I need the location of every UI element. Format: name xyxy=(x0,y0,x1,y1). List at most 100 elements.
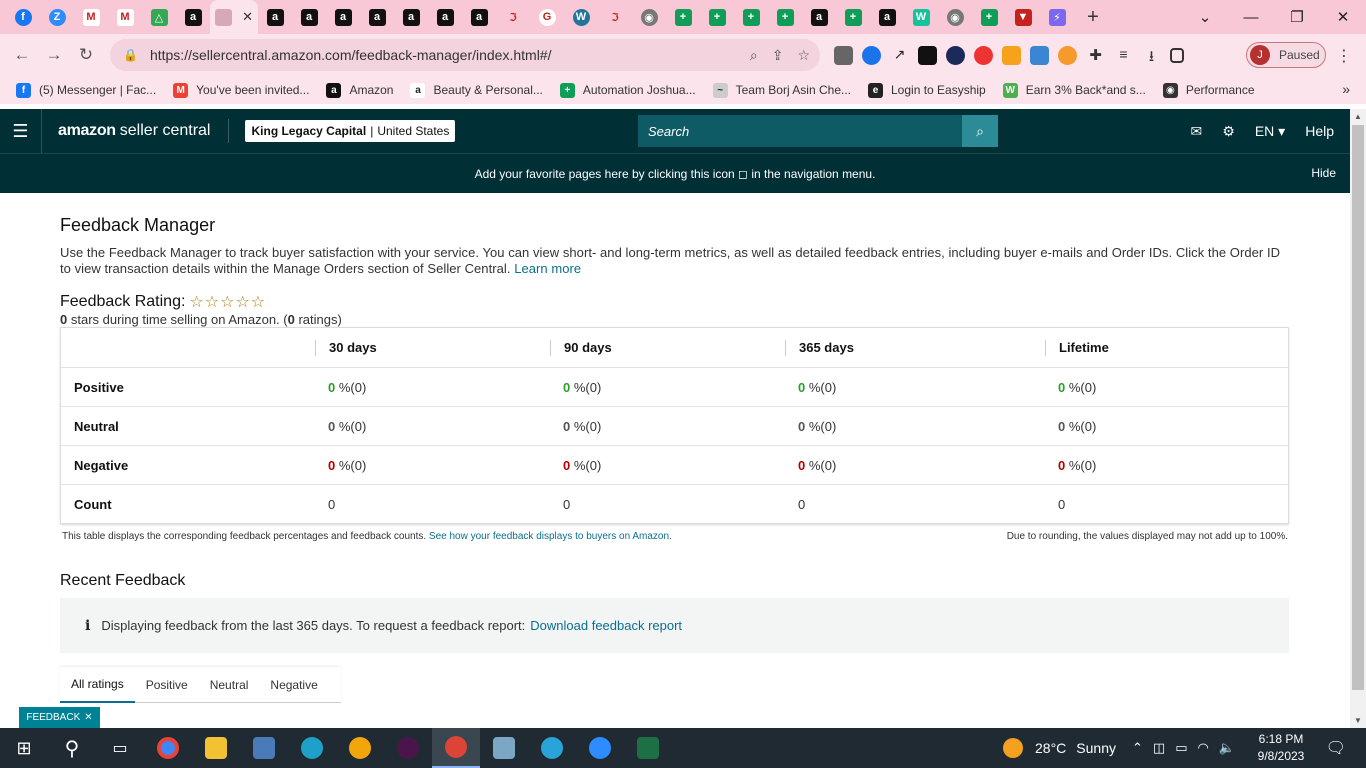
tab-amazon[interactable]: a xyxy=(258,0,292,34)
address-bar[interactable]: 🔒 https://sellercentral.amazon.com/feedb… xyxy=(110,39,820,71)
url-text[interactable]: https://sellercentral.amazon.com/feedbac… xyxy=(150,47,552,63)
filter-tab[interactable]: Positive xyxy=(135,667,199,703)
account-switcher[interactable]: King Legacy Capital | United States xyxy=(245,120,456,142)
notes-app-icon[interactable] xyxy=(480,728,528,768)
tab-sheets[interactable]: + xyxy=(666,0,700,34)
search-box[interactable]: Search ⌕ xyxy=(638,115,998,147)
extension-off-icon[interactable] xyxy=(834,45,853,65)
bookmark-item[interactable]: ~ Team Borj Asin Che... xyxy=(712,82,851,98)
extension-ok-icon[interactable] xyxy=(918,45,937,65)
extension-orange-icon[interactable] xyxy=(1058,45,1077,65)
bookmark-item[interactable]: a Amazon xyxy=(326,82,393,98)
tab-chrome[interactable]: ◉ xyxy=(632,0,666,34)
scroll-up-icon[interactable]: ▲ xyxy=(1350,112,1366,121)
tab-amazon[interactable]: a xyxy=(176,0,210,34)
forward-arrow-icon[interactable]: → xyxy=(38,45,70,65)
tab-gmail[interactable]: M xyxy=(74,0,108,34)
restore-button[interactable]: ❐ xyxy=(1274,8,1320,26)
tab-amazon[interactable]: a xyxy=(870,0,904,34)
page-scrollbar[interactable]: ▲ ▼ xyxy=(1350,109,1366,728)
tab-drive[interactable]: △ xyxy=(142,0,176,34)
browser-menu-icon[interactable]: ⋮ xyxy=(1336,46,1352,66)
filter-tab[interactable]: Neutral xyxy=(199,667,260,703)
tab-amazon[interactable]: a xyxy=(292,0,326,34)
vpn-app-icon[interactable] xyxy=(336,728,384,768)
battery-icon[interactable]: ▭ xyxy=(1175,740,1187,756)
download-feedback-report-link[interactable]: Download feedback report xyxy=(530,618,682,633)
slack-icon[interactable] xyxy=(384,728,432,768)
tab-sheets[interactable]: + xyxy=(768,0,802,34)
feedback-widget-button[interactable]: FEEDBACK ✕ xyxy=(19,707,100,728)
extension-chart-icon[interactable] xyxy=(946,45,965,65)
scroll-down-icon[interactable]: ▼ xyxy=(1350,716,1366,725)
help-link[interactable]: Help xyxy=(1305,123,1334,139)
gear-icon[interactable]: ⚙ xyxy=(1222,123,1235,140)
task-view-icon[interactable]: ▭ xyxy=(96,728,144,768)
bookmark-item[interactable]: W Earn 3% Back*and s... xyxy=(1002,82,1146,98)
tab-vpn[interactable]: ▼ xyxy=(1006,0,1040,34)
bookmark-item[interactable]: ◉ Performance xyxy=(1162,82,1255,98)
tab-close-icon[interactable]: ✕ xyxy=(242,9,253,25)
system-clock[interactable]: 6:18 PM 9/8/2023 xyxy=(1254,731,1308,765)
bookmark-item[interactable]: M You've been invited... xyxy=(173,82,309,98)
tab-amazon[interactable]: a xyxy=(428,0,462,34)
bookmark-item[interactable]: e Login to Easyship xyxy=(868,82,986,98)
extensions-puzzle-icon[interactable]: ✚ xyxy=(1086,46,1105,65)
close-icon[interactable]: ✕ xyxy=(84,712,92,723)
tab-wordpress[interactable]: W xyxy=(564,0,598,34)
minimize-button[interactable]: — xyxy=(1228,9,1274,26)
scrollbar-thumb[interactable] xyxy=(1352,125,1364,690)
weather-widget[interactable]: 28°C Sunny xyxy=(1003,728,1116,768)
tab-search-icon[interactable]: ⌄ xyxy=(1182,8,1228,26)
lock-icon[interactable]: 🔒 xyxy=(123,48,138,62)
file-explorer-icon[interactable] xyxy=(192,728,240,768)
tab-amazon[interactable]: a xyxy=(394,0,428,34)
back-arrow-icon[interactable]: ← xyxy=(6,45,38,65)
zoom-taskbar-icon[interactable] xyxy=(576,728,624,768)
chrome-active-icon[interactable] xyxy=(432,728,480,768)
close-window-button[interactable]: ✕ xyxy=(1320,8,1366,26)
hide-favorites-button[interactable]: Hide xyxy=(1311,166,1336,180)
windows-start-icon[interactable]: ⊞ xyxy=(0,728,48,768)
chrome-taskbar-icon[interactable] xyxy=(144,728,192,768)
tab-sheets[interactable]: + xyxy=(734,0,768,34)
filter-tab[interactable]: All ratings xyxy=(60,667,135,703)
download-icon[interactable]: ⭳ xyxy=(1142,46,1161,65)
extension-js-icon[interactable] xyxy=(1002,45,1021,65)
excel-icon[interactable] xyxy=(624,728,672,768)
search-icon[interactable]: ⌕ xyxy=(962,115,998,147)
extension-arrow-icon[interactable]: ↗ xyxy=(890,46,909,65)
tab-sheets[interactable]: + xyxy=(972,0,1006,34)
active-tab[interactable]: ✕ xyxy=(210,0,258,34)
bookmark-item[interactable]: f (5) Messenger | Fac... xyxy=(16,82,156,98)
seller-central-logo[interactable]: amazon seller central xyxy=(58,122,210,140)
media-control-icon[interactable]: ≡ xyxy=(1114,46,1133,65)
new-tab-button[interactable]: + xyxy=(1076,6,1110,29)
mail-icon[interactable]: ✉ xyxy=(1191,123,1203,140)
feedback-display-link[interactable]: See how your feedback displays to buyers… xyxy=(429,531,672,542)
tab-zoom[interactable]: Z xyxy=(40,0,74,34)
tab-amazon[interactable]: a xyxy=(326,0,360,34)
tab-sheets[interactable]: + xyxy=(836,0,870,34)
share-icon[interactable]: ⇪ xyxy=(772,47,784,64)
tab-gmail[interactable]: M xyxy=(108,0,142,34)
hamburger-menu-icon[interactable]: ☰ xyxy=(0,109,42,153)
tab-clickup[interactable]: ⚡ xyxy=(1040,0,1074,34)
profile-button[interactable]: J Paused xyxy=(1246,42,1326,68)
network-app-icon[interactable] xyxy=(240,728,288,768)
language-selector[interactable]: EN ▾ xyxy=(1255,123,1285,140)
bookmarks-more-icon[interactable]: » xyxy=(1342,81,1350,97)
chevron-up-icon[interactable]: ⌃ xyxy=(1132,740,1143,756)
tab-teachable[interactable]: ℑ xyxy=(496,0,530,34)
side-panel-icon[interactable] xyxy=(1170,47,1184,63)
tab-grammarly[interactable]: W xyxy=(904,0,938,34)
extension-fba-icon[interactable] xyxy=(1030,45,1049,65)
tab-amazon[interactable]: a xyxy=(802,0,836,34)
telegram-icon[interactable] xyxy=(528,728,576,768)
volume-icon[interactable]: 🔈 xyxy=(1219,740,1235,756)
search-input[interactable]: Search xyxy=(648,124,962,139)
tab-facebook[interactable]: f xyxy=(6,0,40,34)
bookmark-item[interactable]: + Automation Joshua... xyxy=(559,82,696,98)
notifications-icon[interactable]: 🗨 xyxy=(1326,738,1346,758)
filter-tab[interactable]: Negative xyxy=(259,667,328,703)
